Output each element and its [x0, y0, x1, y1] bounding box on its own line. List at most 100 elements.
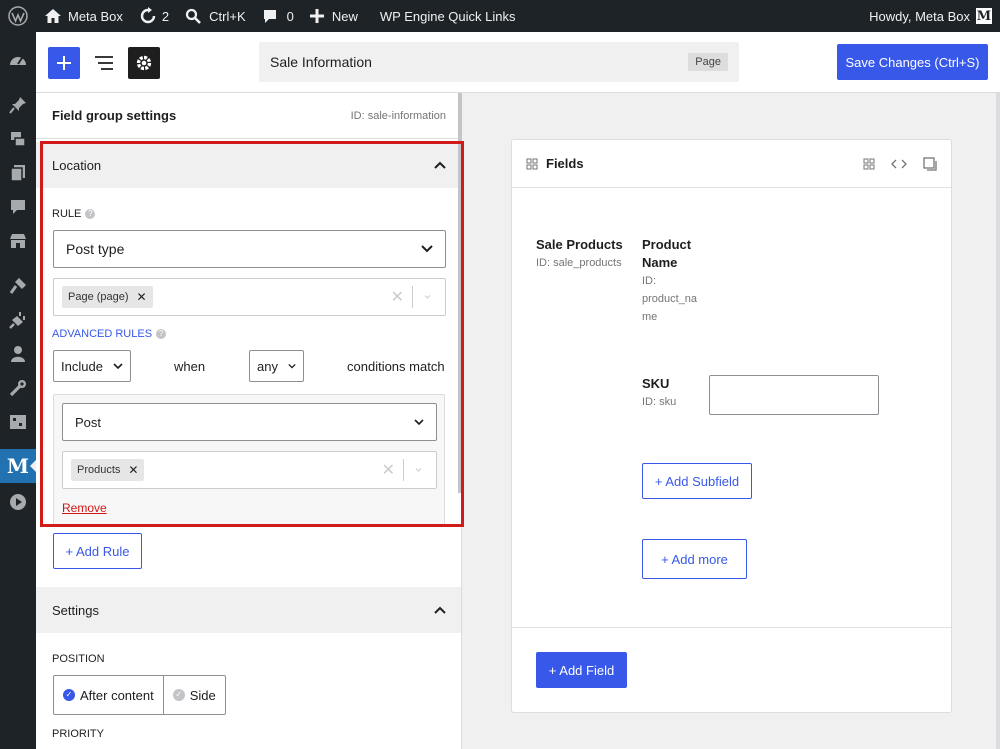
selected-chip: Page (page) ✕	[62, 286, 153, 308]
include-value: Include	[61, 358, 103, 374]
fields-header: Fields	[512, 140, 951, 188]
chip-label: Page (page)	[68, 291, 129, 303]
updates-count: 2	[161, 8, 170, 24]
new-content-link[interactable]: New	[302, 0, 366, 32]
position-toggle: ✓ After content ✓ Side	[53, 675, 226, 715]
settings-icon[interactable]	[0, 405, 36, 439]
code-icon[interactable]	[891, 158, 907, 170]
play-icon[interactable]	[0, 485, 36, 519]
help-icon[interactable]: ?	[156, 329, 167, 339]
gear-icon	[136, 55, 152, 71]
add-field-toggle-button[interactable]	[48, 47, 80, 79]
condition-type-value: Post	[75, 414, 102, 430]
media-icon[interactable]	[0, 122, 36, 156]
appearance-icon[interactable]	[0, 269, 36, 303]
store-icon[interactable]	[0, 224, 36, 258]
comments-link[interactable]: 0	[254, 0, 302, 32]
comments-count: 0	[286, 8, 294, 24]
sku-field-name[interactable]: SKU	[642, 375, 669, 393]
new-label: New	[331, 8, 358, 24]
sku-field-id: ID: sku	[642, 396, 677, 408]
plugins-icon[interactable]	[0, 303, 36, 337]
copy-icon[interactable]	[923, 156, 937, 171]
location-section-toggle[interactable]: Location	[36, 142, 461, 188]
position-side-option[interactable]: ✓ Side	[162, 676, 225, 714]
refresh-icon	[140, 7, 156, 24]
rule-type-select[interactable]: Post type	[53, 230, 446, 268]
list-icon	[95, 56, 113, 70]
remove-condition-link[interactable]: Remove	[62, 501, 107, 515]
metabox-icon[interactable]: M	[0, 449, 37, 483]
field-group-title-input[interactable]: Sale Information Page	[259, 42, 739, 82]
fields-canvas: Fields Sale Products ID: sale_products P…	[511, 139, 952, 713]
wordpress-logo-icon[interactable]	[0, 0, 36, 32]
include-select[interactable]: Include	[53, 350, 131, 382]
save-changes-button[interactable]: Save Changes (Ctrl+S)	[837, 44, 988, 80]
howdy-text: Howdy, Meta Box	[869, 8, 970, 24]
field-group-title: Sale Information	[270, 54, 372, 70]
any-select[interactable]: any	[249, 350, 304, 382]
search-shortcut[interactable]: Ctrl+K	[177, 0, 253, 32]
settings-toggle-button[interactable]	[128, 47, 160, 79]
account-menu[interactable]: Howdy, Meta Box M	[861, 0, 1000, 32]
add-more-button[interactable]: + Add more	[642, 539, 747, 579]
position-option-label: After content	[80, 687, 154, 703]
comment-icon	[263, 10, 276, 23]
clear-icon[interactable]: ✕	[383, 287, 412, 307]
panel-title: Field group settings	[52, 108, 177, 123]
condition-value-multiselect[interactable]: Products ✕ ✕	[62, 451, 437, 489]
condition-type-select[interactable]: Post	[62, 403, 437, 441]
group-field-name[interactable]: Sale Products	[536, 236, 623, 254]
fields-toolbar	[863, 156, 937, 171]
wp-engine-quick-links[interactable]: WP Engine Quick Links	[372, 0, 524, 32]
any-value: any	[257, 358, 278, 374]
chevron-down-icon	[421, 245, 433, 253]
add-subfield-button[interactable]: + Add Subfield	[642, 463, 752, 499]
location-heading: Location	[52, 157, 102, 173]
pin-icon[interactable]	[0, 88, 36, 122]
add-field-button[interactable]: + Add Field	[536, 652, 627, 688]
admin-bar: Meta Box 2 Ctrl+K 0 New WP Engine Quick …	[0, 0, 1000, 32]
chevron-down-icon[interactable]	[404, 466, 428, 474]
help-icon[interactable]: ?	[85, 209, 96, 219]
grid-icon	[526, 158, 538, 169]
grid-view-icon[interactable]	[863, 158, 875, 170]
panel-scrollbar[interactable]	[458, 93, 462, 493]
updates-link[interactable]: 2	[131, 0, 177, 32]
rule-value-multiselect[interactable]: Page (page) ✕ ✕	[53, 278, 446, 316]
users-icon[interactable]	[0, 337, 36, 371]
site-name-link[interactable]: Meta Box	[36, 0, 131, 32]
remove-chip-icon[interactable]: ✕	[128, 463, 138, 477]
rule-label: RULE ?	[52, 208, 96, 220]
subfield-name-line[interactable]: Product	[642, 236, 691, 254]
position-after-content-option[interactable]: ✓ After content	[54, 676, 163, 714]
settings-heading: Settings	[52, 602, 99, 618]
subfield-name-line[interactable]: Name	[642, 254, 677, 272]
subfield-id-line: product_na	[642, 293, 698, 305]
chevron-up-icon	[434, 606, 446, 614]
advanced-rules-label[interactable]: ADVANCED RULES ?	[52, 328, 167, 340]
canvas-scrollbar[interactable]	[996, 93, 1000, 749]
comments-icon[interactable]	[0, 190, 36, 224]
dashboard-icon[interactable]	[0, 44, 36, 78]
admin-menu: M	[0, 32, 37, 749]
pages-icon[interactable]	[0, 156, 36, 190]
remove-chip-icon[interactable]: ✕	[137, 290, 147, 304]
field-group-settings-header: Field group settings ID: sale-informatio…	[36, 93, 461, 139]
clear-icon[interactable]: ✕	[374, 460, 403, 480]
chevron-down-icon[interactable]	[413, 293, 437, 301]
sku-preview-input[interactable]	[709, 375, 879, 415]
field-group-id: ID: sale-information	[350, 109, 446, 122]
tools-icon[interactable]	[0, 371, 36, 405]
shortcut-label: Ctrl+K	[209, 8, 246, 24]
rule-label-text: RULE	[52, 208, 82, 220]
position-option-label: Side	[189, 687, 216, 703]
check-circle-icon: ✓	[63, 689, 75, 701]
avatar: M	[976, 8, 992, 24]
canvas-divider	[512, 627, 951, 628]
settings-section-toggle[interactable]: Settings	[36, 587, 461, 633]
list-view-button[interactable]	[88, 47, 120, 79]
advanced-rules-text: ADVANCED RULES	[52, 328, 153, 340]
rule-type-value: Post type	[66, 241, 125, 257]
add-rule-button[interactable]: + Add Rule	[53, 533, 142, 569]
